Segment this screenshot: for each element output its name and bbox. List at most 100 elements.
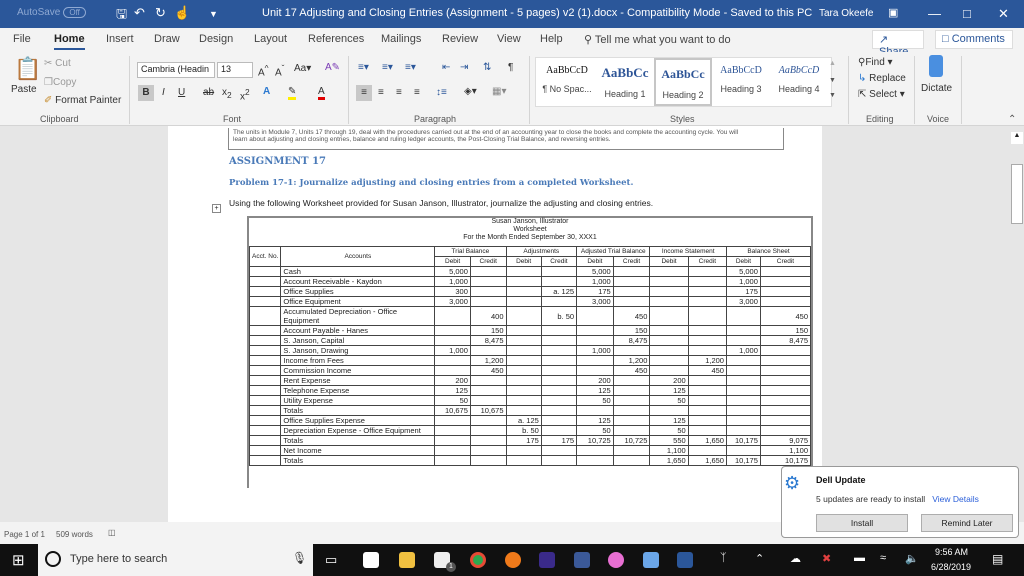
tab-help[interactable]: Help (540, 33, 563, 45)
font-color-icon[interactable]: A (318, 86, 325, 100)
battery-icon[interactable]: ▬ (854, 552, 865, 564)
show-hidden-icons-icon[interactable]: ⌃ (755, 552, 764, 565)
table-move-handle-icon[interactable]: + (212, 204, 221, 213)
app-icon[interactable] (643, 552, 659, 568)
customize-qat-icon[interactable]: ▼ (209, 9, 218, 19)
volume-icon[interactable]: 🔈 (905, 552, 919, 565)
facebook-icon[interactable] (574, 552, 590, 568)
task-view-icon[interactable]: ▭ (325, 552, 337, 568)
styles-scroll-down-icon[interactable]: ▼ (829, 77, 836, 84)
onedrive-icon[interactable]: ☁ (790, 552, 801, 565)
word-icon[interactable] (677, 552, 693, 568)
amazon-music-icon[interactable] (539, 552, 555, 568)
install-button[interactable]: Install (816, 514, 908, 532)
styles-more-icon[interactable]: ▼ (829, 92, 836, 99)
sort-icon[interactable]: ⇅ (483, 62, 491, 73)
firefox-icon[interactable] (505, 552, 521, 568)
windows-start-icon[interactable]: ⊞ (12, 551, 25, 569)
wifi-icon[interactable]: ≈ (880, 552, 886, 564)
justify-icon[interactable]: ≡ (414, 87, 420, 98)
subscript-icon[interactable]: x2 (222, 87, 232, 100)
autosave-toggle[interactable]: AutoSave Off (17, 7, 86, 18)
font-name-select[interactable]: Cambria (Headin (137, 62, 215, 78)
change-case-icon[interactable]: Aa▾ (294, 63, 311, 74)
word-count[interactable]: 509 words (56, 530, 93, 539)
comments-button[interactable]: □ Comments (935, 30, 1013, 49)
page-count[interactable]: Page 1 of 1 (4, 530, 45, 539)
action-center-icon[interactable]: ▤ (992, 552, 1003, 566)
save-icon[interactable]: 🖫 (116, 5, 127, 27)
user-name[interactable]: Tara Okeefe (819, 8, 873, 19)
align-center-icon[interactable]: ≡ (378, 87, 384, 98)
scroll-thumb[interactable] (1011, 164, 1023, 224)
network-alert-icon[interactable]: ✖ (822, 552, 831, 565)
bullets-icon[interactable]: ≡▾ (358, 62, 369, 73)
tab-mailings[interactable]: Mailings (381, 33, 421, 45)
undo-icon[interactable]: ↶ (134, 5, 145, 21)
font-size-select[interactable]: 13 (217, 62, 253, 78)
microphone-icon[interactable]: 🎙 (292, 551, 307, 565)
clock-time[interactable]: 9:56 AM (935, 547, 968, 557)
people-icon[interactable]: ᛉ (720, 552, 727, 564)
align-left-icon[interactable]: ≡ (356, 85, 372, 101)
style-no-spacing[interactable]: AaBbCcD ¶ No Spac... (538, 58, 596, 106)
tab-layout[interactable]: Layout (254, 33, 287, 45)
replace-button[interactable]: ↳ Replace (858, 73, 906, 84)
shrink-font-icon[interactable]: Aˇ (275, 63, 284, 78)
show-formatting-icon[interactable]: ¶ (508, 62, 513, 73)
find-button[interactable]: ⚲Find ▾ (858, 57, 893, 68)
line-spacing-icon[interactable]: ↕≡ (436, 87, 447, 98)
increase-indent-icon[interactable]: ⇥ (460, 62, 468, 73)
tab-draw[interactable]: Draw (154, 33, 180, 45)
superscript-icon[interactable]: x2 (240, 87, 250, 102)
tab-insert[interactable]: Insert (106, 33, 134, 45)
style-heading-2[interactable]: AaBbCc Heading 2 (654, 58, 712, 106)
maximize-icon[interactable]: □ (963, 6, 971, 21)
style-heading-3[interactable]: AaBbCcD Heading 3 (712, 58, 770, 106)
store-icon[interactable] (363, 552, 379, 568)
paste-button[interactable]: Paste (11, 84, 37, 95)
tab-home[interactable]: Home (54, 33, 85, 50)
borders-icon[interactable]: ▦▾ (492, 86, 506, 97)
proofing-icon[interactable]: ◫ (108, 528, 116, 537)
style-heading-1[interactable]: AaBbCc Heading 1 (596, 58, 654, 106)
clear-formatting-icon[interactable]: A✎ (325, 62, 340, 73)
tell-me-search[interactable]: ⚲ Tell me what you want to do (584, 33, 731, 46)
chrome-icon[interactable] (470, 552, 486, 568)
redo-icon[interactable]: ↻ (155, 5, 166, 21)
decrease-indent-icon[interactable]: ⇤ (442, 62, 450, 73)
format-painter-button[interactable]: ✐ Format Painter (44, 95, 121, 106)
scroll-up-icon[interactable]: ▲ (1011, 132, 1023, 144)
tab-references[interactable]: References (308, 33, 364, 45)
grow-font-icon[interactable]: A^ (258, 63, 269, 78)
touch-mode-icon[interactable]: ☝ (174, 5, 190, 21)
cut-button[interactable]: ✂ Cut (44, 58, 71, 69)
align-right-icon[interactable]: ≡ (396, 87, 402, 98)
collapse-ribbon-icon[interactable]: ⌃ (1008, 114, 1016, 125)
multilevel-list-icon[interactable]: ≡▾ (405, 62, 416, 73)
ribbon-display-options-icon[interactable]: ▣ (888, 6, 898, 19)
shading-icon[interactable]: ◈▾ (464, 86, 477, 97)
underline-icon[interactable]: U (178, 87, 185, 98)
microphone-icon[interactable] (929, 55, 943, 77)
document-page[interactable]: The units in Module 7, Units 17 through … (168, 126, 822, 522)
remind-later-button[interactable]: Remind Later (921, 514, 1013, 532)
tab-view[interactable]: View (497, 33, 521, 45)
numbering-icon[interactable]: ≡▾ (382, 62, 393, 73)
styles-scroll-up-icon[interactable]: ▲ (829, 60, 836, 67)
highlight-color-icon[interactable]: ✎ (288, 86, 297, 100)
select-button[interactable]: ⇱ Select ▾ (858, 89, 905, 100)
share-button[interactable]: ↗ Share (872, 30, 924, 58)
tab-design[interactable]: Design (199, 33, 233, 45)
file-explorer-icon[interactable] (399, 552, 415, 568)
minimize-icon[interactable]: — (928, 6, 941, 21)
clock-date[interactable]: 6/28/2019 (931, 562, 971, 572)
text-effects-icon[interactable]: A (263, 86, 270, 97)
paste-icon[interactable]: 📋 (14, 56, 41, 82)
strikethrough-icon[interactable]: ab (203, 87, 214, 98)
tab-file[interactable]: File (13, 33, 31, 45)
style-heading-4[interactable]: AaBbCcD Heading 4 (770, 58, 828, 106)
view-details-link[interactable]: View Details (932, 494, 979, 504)
tab-review[interactable]: Review (442, 33, 478, 45)
autosave-state[interactable]: Off (63, 7, 86, 18)
